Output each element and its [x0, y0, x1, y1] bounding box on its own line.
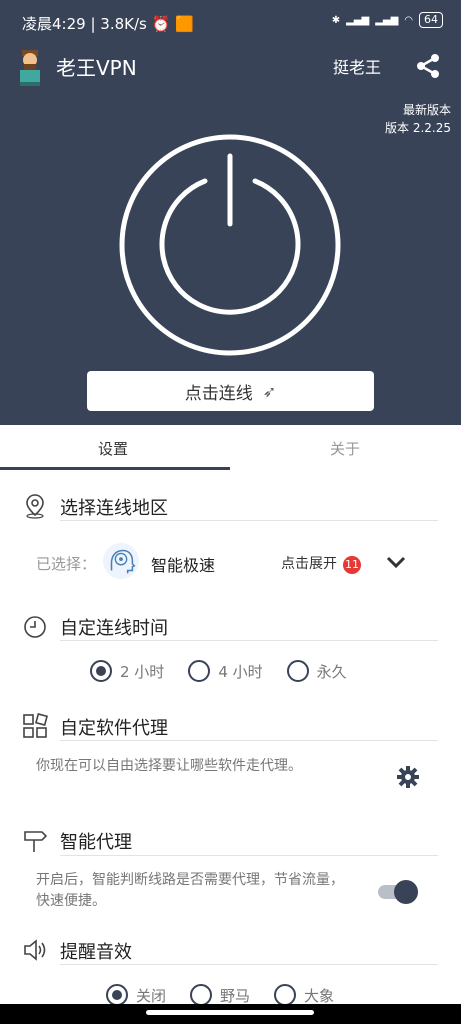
header-panel: 凌晨4:29 | 3.8K/s ⏰ 🟧 ✱ ▂▄▆ ▂▄▆ ◠ 64 老王VPN…: [0, 0, 461, 425]
radio-time-4h[interactable]: 4 小时: [188, 660, 263, 682]
smart-proxy-desc: 开启后，智能判断线路是否需要代理，节省流量，快速便捷。: [36, 872, 344, 909]
expand-label: 点击展开 11: [281, 556, 361, 574]
radio-sound-elephant[interactable]: 大象: [274, 984, 334, 1006]
divider: [60, 855, 438, 856]
divider: [60, 740, 438, 741]
signal-icon-2: ▂▄▆: [375, 14, 399, 26]
smart-proxy-toggle[interactable]: [378, 880, 418, 904]
tab-indicator: [0, 467, 230, 470]
app-title: 老王VPN: [56, 56, 137, 80]
region-title: 选择连线地区: [60, 498, 168, 519]
version-text: 版本 2.2.25: [385, 121, 451, 135]
latest-version-label: 最新版本: [402, 103, 451, 117]
software-proxy-title: 自定软件代理: [60, 718, 168, 739]
signal-icon: ▂▄▆: [346, 14, 370, 26]
radio-sound-horse[interactable]: 野马: [190, 984, 250, 1006]
radio-button[interactable]: [106, 984, 128, 1006]
connect-time-options: 2 小时 4 小时 永久: [90, 660, 347, 682]
radio-button[interactable]: [190, 984, 213, 1006]
connect-label: 点击连线: [184, 383, 253, 404]
speaker-icon: [24, 939, 46, 961]
tab-settings[interactable]: 设置: [98, 438, 128, 459]
avatar-icon: [20, 50, 40, 86]
gear-icon[interactable]: [396, 765, 420, 789]
sound-title: 提醒音效: [60, 942, 132, 963]
share-icon[interactable]: [414, 52, 442, 80]
tab-bar: 设置 关于: [0, 425, 461, 471]
appbar-right-label[interactable]: 挺老王: [333, 54, 381, 78]
radio-time-forever[interactable]: 永久: [286, 660, 347, 682]
radio-sound-off[interactable]: 关闭: [106, 984, 166, 1006]
radio-button[interactable]: [188, 660, 211, 682]
version-info: 最新版本 版本 2.2.25: [385, 101, 451, 137]
location-pin-icon: [26, 494, 44, 519]
wifi-icon: ◠: [404, 14, 413, 26]
selected-label: 已选择：: [36, 555, 97, 573]
bluetooth-icon: ✱: [331, 14, 341, 26]
brain-head-icon: [102, 542, 140, 580]
power-button[interactable]: [105, 134, 355, 356]
paper-plane-icon: ➶: [262, 381, 277, 401]
chevron-down-icon[interactable]: [384, 550, 408, 574]
smart-proxy-title: 智能代理: [60, 832, 132, 853]
battery-icon: 64: [419, 12, 443, 28]
region-count-badge: 11: [343, 556, 361, 574]
home-indicator[interactable]: [146, 1010, 314, 1015]
connect-time-title: 自定连线时间: [60, 618, 168, 639]
app-bar: 老王VPN 挺老王: [0, 44, 461, 92]
radio-time-2h[interactable]: 2 小时: [90, 660, 164, 682]
connect-button[interactable]: 点击连线 ➶: [87, 371, 374, 411]
region-selector[interactable]: 已选择： 智能极速 点击展开 11: [36, 540, 426, 584]
radio-button[interactable]: [286, 660, 309, 682]
radio-button[interactable]: [90, 660, 112, 682]
clock-icon: [24, 616, 46, 638]
selected-region: 智能极速: [151, 556, 216, 575]
status-icons: ✱ ▂▄▆ ▂▄▆ ◠ 64: [332, 12, 443, 28]
divider: [60, 964, 438, 965]
tab-about[interactable]: 关于: [330, 438, 360, 459]
sound-options: 关闭 野马 大象: [106, 984, 334, 1006]
status-time: 凌晨4:29 | 3.8K/s ⏰ 🟧: [22, 15, 194, 33]
radio-button[interactable]: [274, 984, 297, 1006]
signpost-icon: [24, 831, 48, 852]
divider: [60, 520, 438, 521]
divider: [60, 640, 438, 641]
software-proxy-desc: 你现在可以自由选择要让哪些软件走代理。: [36, 758, 302, 774]
status-bar: 凌晨4:29 | 3.8K/s ⏰ 🟧 ✱ ▂▄▆ ▂▄▆ ◠ 64: [0, 0, 461, 44]
apps-grid-icon: [23, 713, 48, 738]
